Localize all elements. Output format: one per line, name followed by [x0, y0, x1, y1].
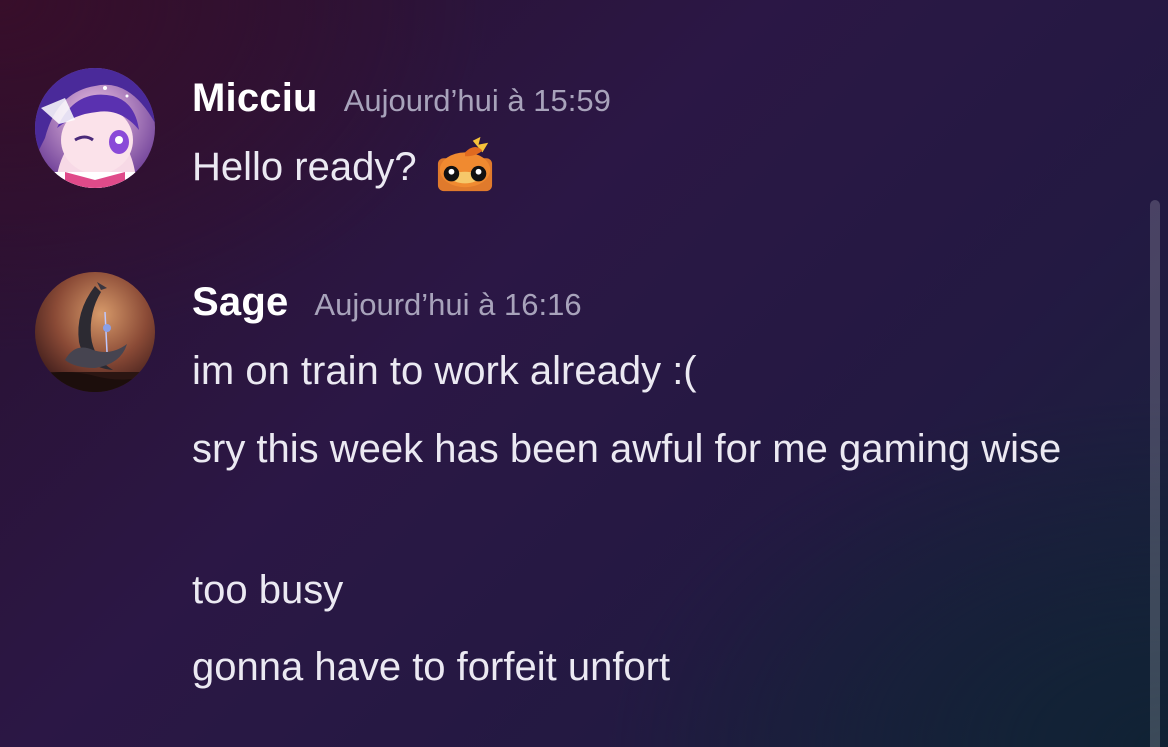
message-line: Hello ready?	[192, 145, 417, 189]
avatar-sage[interactable]	[35, 272, 155, 392]
anime-girl-avatar-icon	[35, 68, 155, 188]
timestamp[interactable]: Aujourd’hui à 16:16	[314, 287, 581, 323]
timestamp[interactable]: Aujourd’hui à 15:59	[344, 83, 611, 119]
message-header: Sage Aujourd’hui à 16:16	[192, 280, 582, 325]
dark-moon-figure-avatar-icon	[35, 272, 155, 392]
message-line: im on train to work already :(	[192, 349, 697, 393]
username[interactable]: Micciu	[192, 76, 318, 121]
username[interactable]: Sage	[192, 280, 288, 325]
message-header: Micciu Aujourd’hui à 15:59	[192, 76, 611, 121]
scrollbar[interactable]	[1150, 200, 1160, 747]
torchic-emoji-icon[interactable]	[436, 135, 494, 193]
message-line: gonna have to forfeit unfort	[192, 645, 671, 689]
message-line: sry this week has been awful for me gami…	[192, 427, 1062, 471]
message-text: Hello ready?	[192, 136, 1092, 198]
avatar-micciu[interactable]	[35, 68, 155, 188]
message-line: too busy	[192, 568, 344, 612]
